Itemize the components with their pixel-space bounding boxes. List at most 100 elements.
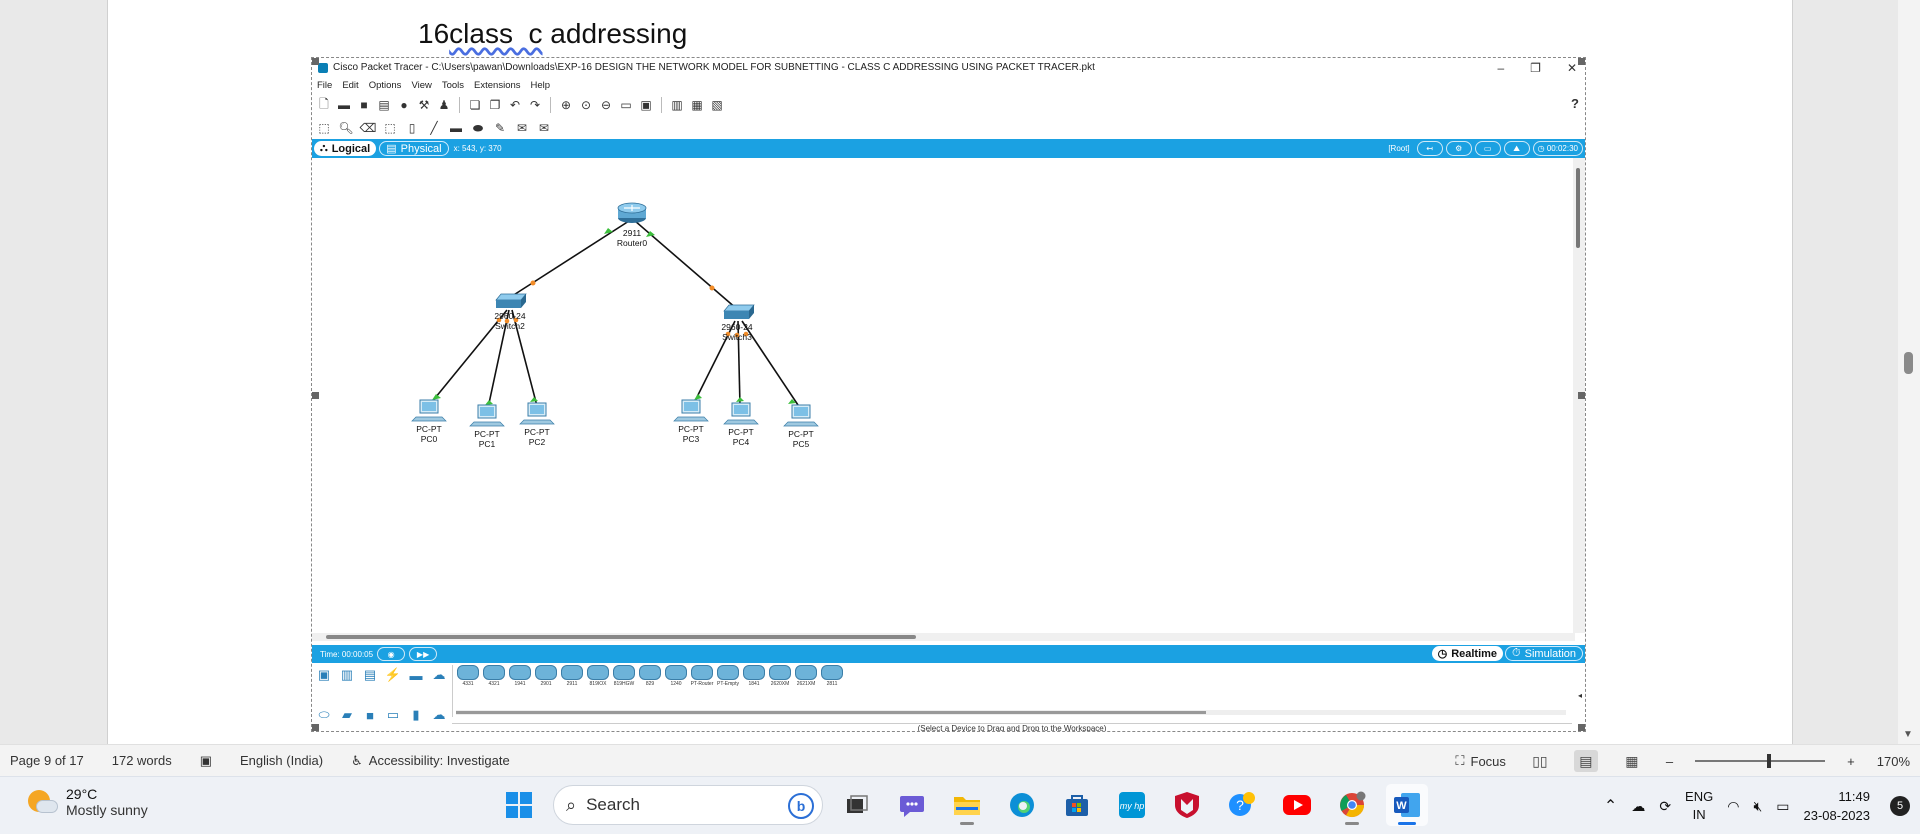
wifi-icon[interactable]: ◠ bbox=[1727, 798, 1739, 815]
menu-edit[interactable]: Edit bbox=[342, 80, 358, 91]
zoom-in-icon[interactable]: + bbox=[1847, 754, 1855, 769]
packet-tracer-screenshot[interactable]: Cisco Packet Tracer - C:\Users\pawan\Dow… bbox=[311, 57, 1586, 732]
zoom-level[interactable]: 170% bbox=[1877, 754, 1910, 769]
resize-handle[interactable] bbox=[1578, 392, 1585, 399]
note-icon[interactable]: ▯ bbox=[405, 121, 419, 135]
cluster-view-icon[interactable]: ⚙ bbox=[1445, 141, 1472, 156]
zoom-out-icon[interactable]: ⊖ bbox=[599, 98, 613, 112]
network-wizard-icon[interactable]: ⚒ bbox=[417, 98, 431, 112]
pc0-device[interactable]: PC-PT PC0 bbox=[411, 399, 447, 444]
zoom-reset-icon[interactable]: ⊙ bbox=[579, 98, 593, 112]
resize-handle[interactable] bbox=[312, 58, 319, 65]
restore-icon[interactable]: ❐ bbox=[1530, 61, 1541, 75]
resize-handle[interactable] bbox=[312, 392, 319, 399]
web-layout-icon[interactable]: ▦ bbox=[1620, 750, 1644, 772]
physical-mode-button[interactable]: ▤ Physical bbox=[379, 141, 449, 156]
menu-view[interactable]: View bbox=[411, 80, 431, 91]
menu-file[interactable]: File bbox=[317, 80, 332, 91]
viewport-icon[interactable]: ▥ bbox=[670, 98, 684, 112]
bing-icon[interactable]: b bbox=[788, 793, 814, 819]
complex-pdu-icon[interactable]: ✉ bbox=[537, 121, 551, 135]
end-devices-icon[interactable]: ▥ bbox=[337, 666, 357, 684]
switches-icon[interactable]: ▰ bbox=[337, 706, 357, 724]
multiuser-icon[interactable]: ☁ bbox=[429, 666, 449, 684]
simple-pdu-icon[interactable]: ✉ bbox=[515, 121, 529, 135]
file-explorer-app[interactable] bbox=[946, 784, 988, 826]
viewport-toggle-icon[interactable]: ▭ bbox=[1474, 141, 1501, 156]
save-icon[interactable]: ■ bbox=[357, 98, 371, 112]
battery-icon[interactable]: ▭ bbox=[1776, 798, 1789, 815]
draw-rectangle-icon[interactable]: ▬ bbox=[449, 121, 463, 135]
draw-ellipse-icon[interactable]: ⬬ bbox=[471, 121, 485, 135]
get-help-app[interactable]: ? bbox=[1221, 784, 1263, 826]
wan-emulation-icon[interactable]: ☁ bbox=[429, 706, 449, 724]
proofing-status[interactable]: ▣ bbox=[200, 753, 212, 769]
taskbar-search[interactable]: ⌕ Search b bbox=[553, 785, 823, 825]
update-sync-icon[interactable]: ⟳ bbox=[1659, 798, 1671, 815]
weather-widget[interactable]: 29°C Mostly sunny bbox=[28, 786, 148, 818]
accessibility-checker[interactable]: ♿︎ Accessibility: Investigate bbox=[351, 753, 510, 769]
pc3-device[interactable]: PC-PT PC3 bbox=[673, 399, 709, 444]
pc4-device[interactable]: PC-PT PC4 bbox=[723, 402, 759, 447]
security-icon[interactable]: ▮ bbox=[406, 706, 426, 724]
scroll-down-icon[interactable]: ▼ bbox=[1903, 729, 1913, 740]
copy-icon[interactable]: ❏ bbox=[468, 98, 482, 112]
microsoft-store-app[interactable] bbox=[1056, 784, 1098, 826]
fast-forward-button[interactable]: ▶▶ bbox=[409, 647, 438, 661]
zoom-slider[interactable] bbox=[1695, 754, 1826, 768]
realtime-mode-button[interactable]: ◷ Realtime bbox=[1431, 646, 1504, 661]
minimize-icon[interactable]: – bbox=[1497, 61, 1504, 75]
scrollbar-thumb[interactable] bbox=[1576, 168, 1580, 248]
youtube-app[interactable] bbox=[1276, 784, 1318, 826]
language-switcher[interactable]: ENG IN bbox=[1685, 788, 1713, 824]
resize-shape-icon[interactable]: ⬚ bbox=[383, 121, 397, 135]
focus-mode-button[interactable]: ⛶ Focus bbox=[1455, 753, 1506, 769]
components-icon[interactable]: ▤ bbox=[360, 666, 380, 684]
scrollbar-thumb[interactable] bbox=[326, 635, 916, 639]
inspect-icon[interactable]: 🔍︎ bbox=[338, 121, 353, 135]
routers-icon[interactable]: ⬭ bbox=[314, 706, 334, 724]
word-count[interactable]: 172 words bbox=[112, 753, 172, 768]
pc5-device[interactable]: PC-PT PC5 bbox=[783, 404, 819, 449]
chrome-app[interactable] bbox=[1331, 784, 1373, 826]
power-cycle-button[interactable]: ◉ bbox=[377, 647, 406, 661]
resize-handle[interactable] bbox=[312, 724, 319, 731]
logical-mode-button[interactable]: ⛬ Logical bbox=[314, 141, 377, 156]
link-router-switch2[interactable] bbox=[508, 220, 630, 299]
language-indicator[interactable]: English (India) bbox=[240, 753, 323, 768]
myhp-app[interactable]: my hp bbox=[1111, 784, 1153, 826]
start-button[interactable] bbox=[498, 784, 540, 826]
menu-extensions[interactable]: Extensions bbox=[474, 80, 520, 91]
word-app[interactable]: W bbox=[1386, 784, 1428, 826]
redo-icon[interactable]: ↷ bbox=[528, 98, 542, 112]
scrollbar-thumb[interactable] bbox=[456, 711, 1206, 714]
image-icon[interactable]: ▧ bbox=[710, 98, 724, 112]
back-icon[interactable]: ↤ bbox=[1416, 141, 1443, 156]
taskbar-clock[interactable]: 11:49 23-08-2023 bbox=[1804, 787, 1871, 825]
info-icon[interactable]: ● bbox=[397, 98, 411, 112]
switch3-device[interactable]: 2960-24 Switch3 bbox=[721, 304, 755, 342]
switch2-device[interactable]: 2960-24 Switch2 bbox=[494, 293, 527, 331]
word-vertical-scrollbar[interactable]: ▼ bbox=[1898, 0, 1920, 744]
collapse-arrow-icon[interactable]: ◂ bbox=[1578, 691, 1582, 700]
workspace-horizontal-scrollbar[interactable] bbox=[312, 633, 1575, 641]
task-view-button[interactable] bbox=[836, 784, 878, 826]
connections-icon[interactable]: ⚡ bbox=[383, 666, 403, 684]
drawing-palette-icon[interactable]: ▭ bbox=[619, 98, 633, 112]
delete-icon[interactable]: ⌫ bbox=[360, 121, 377, 135]
read-mode-icon[interactable]: ▯▯ bbox=[1528, 750, 1552, 772]
pc1-device[interactable]: PC-PT PC1 bbox=[469, 404, 505, 449]
paste-icon[interactable]: ❐ bbox=[488, 98, 502, 112]
resize-handle[interactable] bbox=[1578, 724, 1585, 731]
scrollbar-thumb[interactable] bbox=[1904, 352, 1913, 374]
volume-muted-icon[interactable]: 🔇︎ bbox=[1753, 798, 1762, 815]
miscellaneous-icon[interactable]: ▬ bbox=[406, 666, 426, 684]
menu-options[interactable]: Options bbox=[369, 80, 402, 91]
help-icon[interactable]: ? bbox=[1571, 96, 1579, 111]
edge-app[interactable] bbox=[1001, 784, 1043, 826]
print-layout-icon[interactable]: ▤ bbox=[1573, 750, 1598, 772]
new-file-icon[interactable]: 🗋 bbox=[317, 97, 331, 112]
mcafee-app[interactable] bbox=[1166, 784, 1208, 826]
resize-handle[interactable] bbox=[1578, 58, 1585, 65]
cluster-icon[interactable]: ▦ bbox=[690, 98, 704, 112]
